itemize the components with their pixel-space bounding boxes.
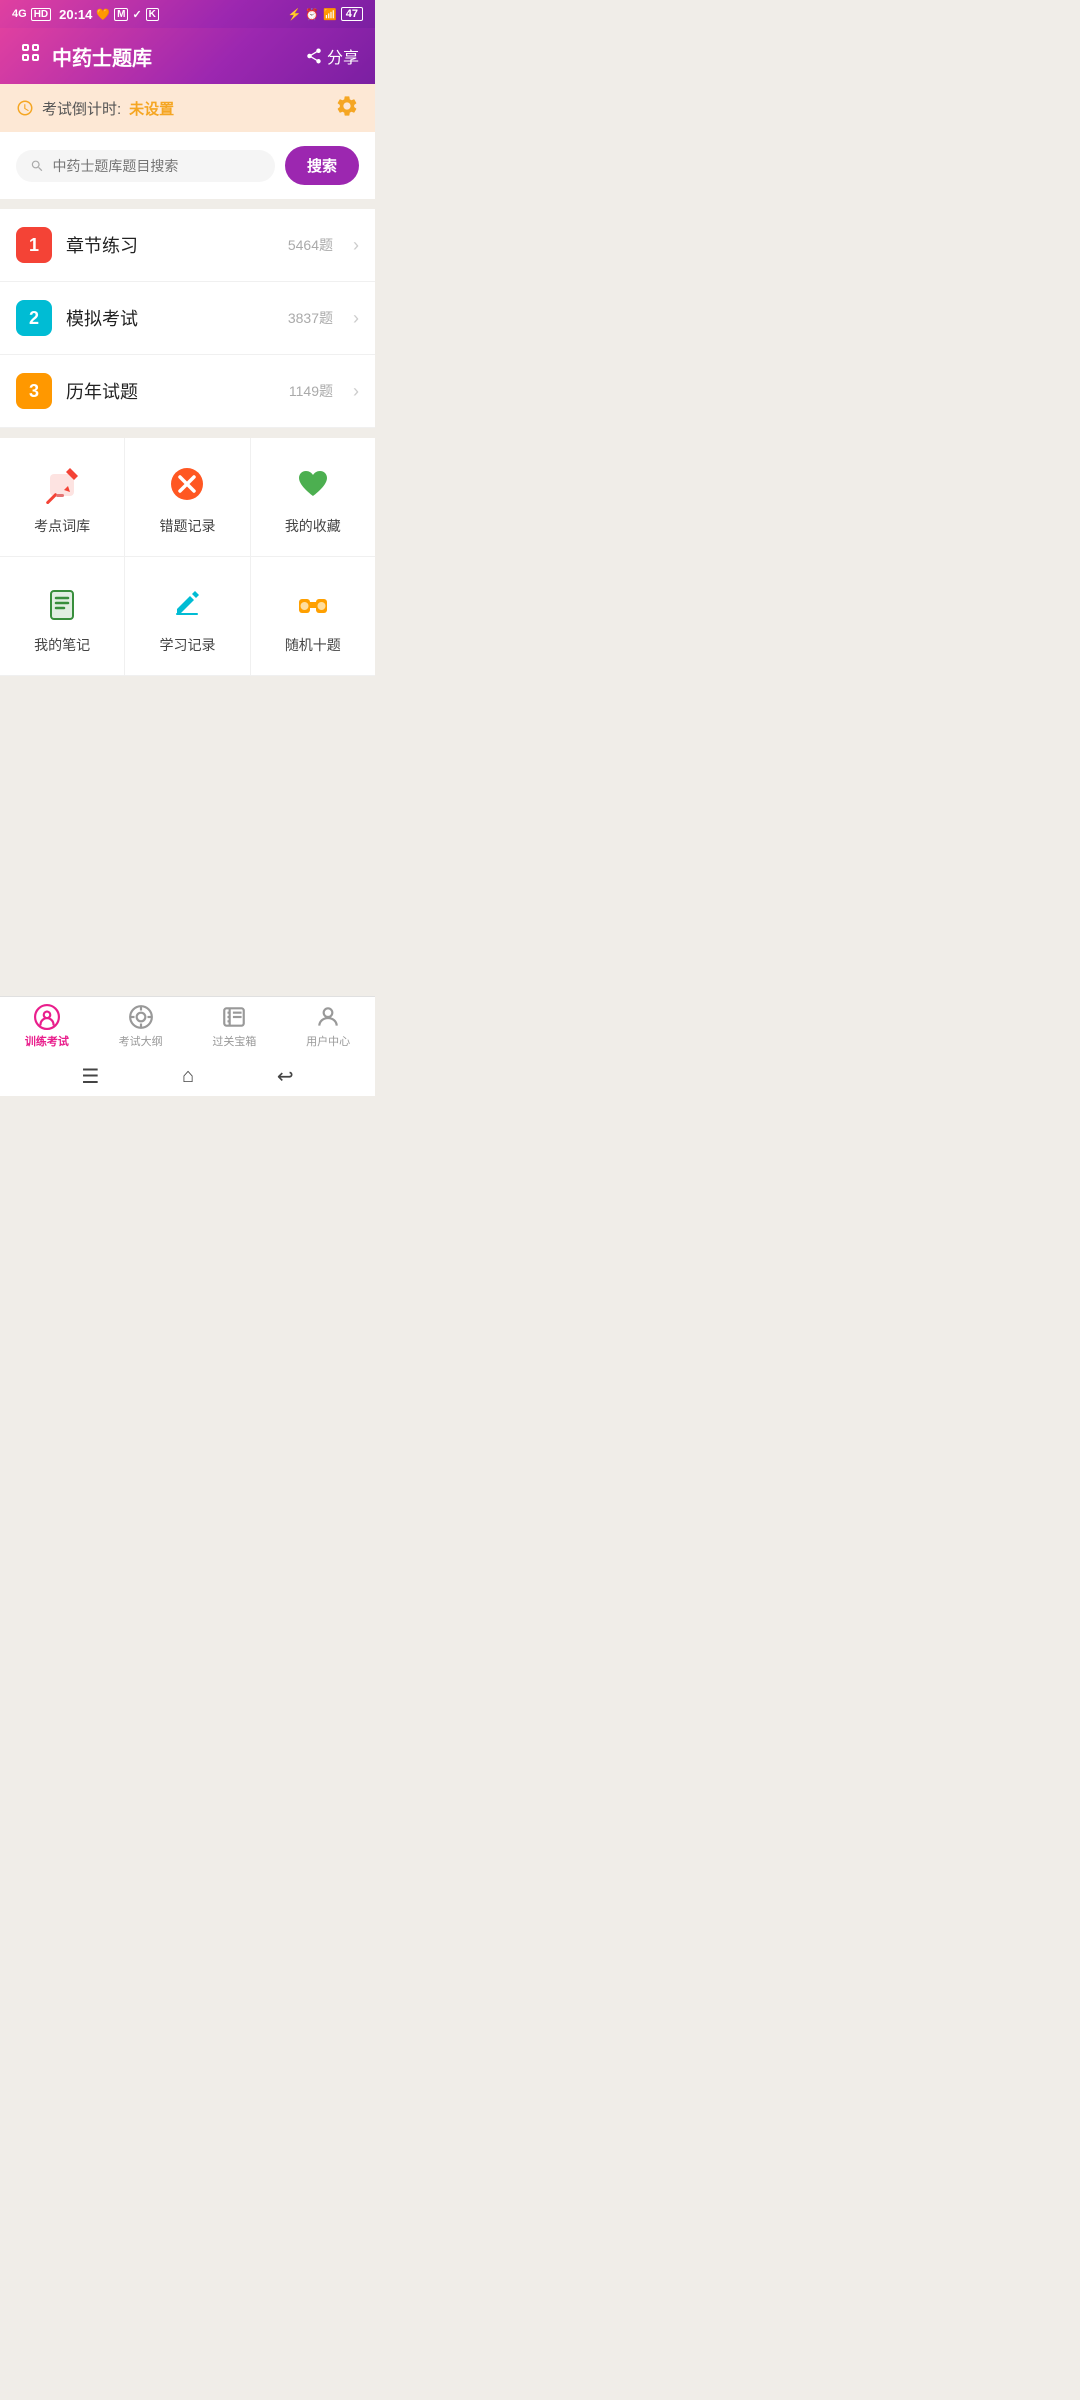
wifi-icon: 📶	[323, 8, 337, 21]
nav-label-user: 用户中心	[306, 1033, 350, 1049]
menu-list: 1 章节练习 5464题 › 2 模拟考试 3837题 › 3 历年试题 114…	[0, 209, 375, 428]
k-icon: K	[146, 8, 159, 21]
user-icon	[315, 1004, 341, 1030]
menu-item-chapter[interactable]: 1 章节练习 5464题 ›	[0, 209, 375, 282]
grid-row-1: 考点词库 错题记录 我的收藏	[0, 438, 375, 557]
grid-cell-notes[interactable]: 我的笔记	[0, 557, 125, 675]
hd-icon: HD	[31, 8, 51, 21]
android-nav-bar: ☰ ⌂ ↩	[0, 1056, 375, 1096]
target-icon	[128, 1004, 154, 1030]
battery-icon: 47	[341, 7, 363, 21]
menu-label-mock: 模拟考试	[66, 305, 274, 331]
grid-cell-favorites[interactable]: 我的收藏	[251, 438, 375, 556]
status-bar: 4G HD 20:14 🧡 M ✓ K ⚡ ⏰ 📶 47	[0, 0, 375, 28]
check-icon: ✓	[132, 8, 141, 21]
search-input-wrap	[16, 150, 275, 182]
grid-cell-wrong[interactable]: 错题记录	[125, 438, 250, 556]
heart-icon	[291, 462, 335, 506]
binoculars-icon	[291, 581, 335, 625]
search-input[interactable]	[52, 158, 261, 174]
nav-item-outline[interactable]: 考试大纲	[94, 998, 188, 1055]
pencil-icon	[40, 462, 84, 506]
app-logo-icon	[16, 44, 44, 68]
grid-cell-study[interactable]: 学习记录	[125, 557, 250, 675]
clock-icon	[16, 99, 34, 117]
header-title-group: 中药士题库	[16, 42, 152, 71]
android-back-button[interactable]: ↩	[277, 1064, 294, 1089]
status-left: 4G HD 20:14 🧡 M ✓ K	[12, 7, 159, 22]
status-right: ⚡ ⏰ 📶 47	[288, 7, 363, 21]
countdown-settings-button[interactable]	[335, 94, 359, 123]
alarm-icon: ⏰	[305, 8, 319, 21]
menu-num-1: 1	[16, 227, 52, 263]
edit-icon	[165, 581, 209, 625]
countdown-info: 考试倒计时: 未设置	[16, 98, 174, 119]
bluetooth-icon: ⚡	[288, 8, 302, 21]
countdown-banner: 考试倒计时: 未设置	[0, 84, 375, 132]
notes-icon	[40, 581, 84, 625]
chevron-icon-2: ›	[353, 308, 359, 329]
menu-item-history[interactable]: 3 历年试题 1149题 ›	[0, 355, 375, 428]
grid-label-favorites: 我的收藏	[285, 516, 341, 536]
search-section: 搜索	[0, 132, 375, 199]
menu-item-mock[interactable]: 2 模拟考试 3837题 ›	[0, 282, 375, 355]
nav-item-treasure[interactable]: 过关宝箱	[188, 998, 282, 1055]
m-icon: M	[114, 8, 128, 21]
app-header: 中药士题库 分享	[0, 28, 375, 84]
search-button[interactable]: 搜索	[285, 146, 359, 185]
app-title: 中药士题库	[52, 42, 152, 71]
bottom-nav: 训练考试 考试大纲 过关宝箱 用户中心	[0, 996, 375, 1056]
nav-item-training[interactable]: 训练考试	[0, 998, 94, 1055]
search-icon	[30, 158, 44, 174]
gear-icon	[335, 94, 359, 118]
nav-label-treasure: 过关宝箱	[212, 1033, 256, 1049]
grid-label-random: 随机十题	[285, 635, 341, 655]
menu-count-history: 1149题	[289, 381, 333, 401]
nav-item-user[interactable]: 用户中心	[281, 998, 375, 1055]
nav-label-outline: 考试大纲	[119, 1033, 163, 1049]
android-home-button[interactable]: ⌂	[182, 1065, 194, 1088]
empty-area	[0, 676, 375, 996]
grid-label-notes: 我的笔记	[34, 635, 90, 655]
nav-label-training: 训练考试	[25, 1033, 69, 1049]
countdown-value: 未设置	[129, 98, 174, 119]
share-label: 分享	[327, 44, 359, 68]
book-icon	[221, 1004, 247, 1030]
android-menu-button[interactable]: ☰	[81, 1064, 99, 1089]
grid-label-wrong: 错题记录	[159, 516, 215, 536]
heart-status-icon: 🧡	[96, 8, 110, 21]
chevron-icon-3: ›	[353, 381, 359, 402]
menu-label-chapter: 章节练习	[66, 232, 274, 258]
time: 20:14	[59, 7, 92, 22]
home-active-icon	[34, 1004, 60, 1030]
share-button[interactable]: 分享	[305, 44, 359, 68]
menu-label-history: 历年试题	[66, 378, 275, 404]
grid-cell-random[interactable]: 随机十题	[251, 557, 375, 675]
menu-count-chapter: 5464题	[288, 235, 333, 255]
menu-count-mock: 3837题	[288, 308, 333, 328]
grid-label-study: 学习记录	[159, 635, 215, 655]
share-icon	[305, 47, 323, 65]
menu-num-2: 2	[16, 300, 52, 336]
grid-cell-vocabulary[interactable]: 考点词库	[0, 438, 125, 556]
signal-icon: 4G	[12, 8, 27, 20]
menu-num-3: 3	[16, 373, 52, 409]
wrong-icon	[165, 462, 209, 506]
countdown-label: 考试倒计时:	[42, 98, 121, 119]
chevron-icon-1: ›	[353, 235, 359, 256]
grid-row-2: 我的笔记 学习记录 随机十题	[0, 557, 375, 676]
grid-label-vocabulary: 考点词库	[34, 516, 90, 536]
feature-grid: 考点词库 错题记录 我的收藏	[0, 438, 375, 676]
